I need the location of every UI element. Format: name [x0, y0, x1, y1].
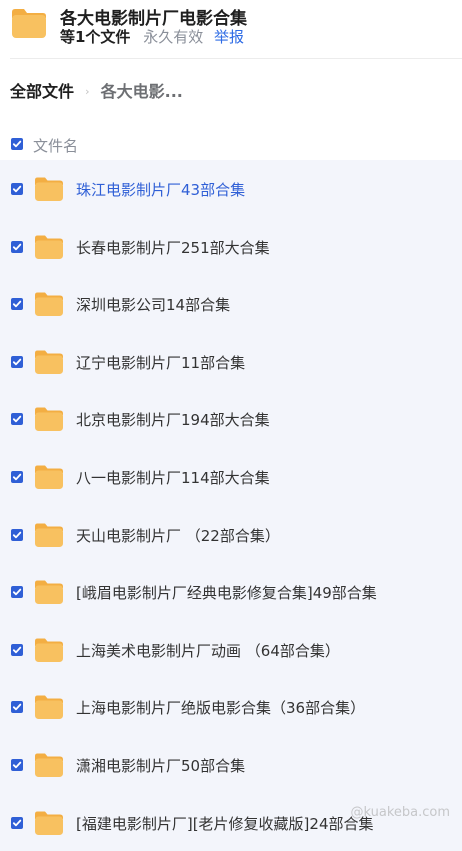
breadcrumb-separator-icon: ›	[85, 85, 90, 98]
file-name[interactable]: 上海电影制片厂绝版电影合集（36部合集）	[76, 697, 365, 718]
file-name[interactable]: 北京电影制片厂194部大合集	[76, 409, 270, 430]
check-icon	[12, 416, 22, 423]
check-icon	[12, 185, 22, 193]
folder-icon	[35, 580, 63, 605]
folder-icon	[35, 292, 63, 317]
file-row[interactable]: 辽宁电影制片厂11部合集	[0, 333, 462, 391]
row-checkbox[interactable]	[11, 355, 23, 368]
row-checkbox[interactable]	[11, 413, 23, 426]
breadcrumb: 全部文件 › 各大电影...	[10, 78, 183, 102]
file-row[interactable]: 深圳电影公司14部合集	[0, 275, 462, 333]
file-name[interactable]: 深圳电影公司14部合集	[76, 294, 230, 315]
file-row[interactable]: [峨眉电影制片厂经典电影修复合集]49部合集	[0, 563, 462, 621]
file-row[interactable]: 潇湘电影制片厂50部合集	[0, 736, 462, 794]
share-meta: 等1个文件 永久有效 举报	[60, 26, 244, 47]
check-icon	[12, 473, 22, 481]
folder-icon	[35, 235, 63, 259]
row-checkbox[interactable]	[11, 298, 23, 311]
file-row[interactable]: 长春电影制片厂251部大合集	[0, 218, 462, 276]
check-icon	[12, 140, 22, 148]
file-name[interactable]: 长春电影制片厂251部大合集	[76, 237, 270, 258]
file-count: 等1个文件	[60, 28, 131, 46]
file-list-header: 文件名	[0, 130, 462, 160]
row-checkbox[interactable]	[11, 528, 23, 541]
folder-icon	[35, 523, 63, 547]
row-checkbox[interactable]	[11, 470, 23, 483]
file-name[interactable]: 天山电影制片厂 （22部合集）	[76, 525, 280, 546]
header-divider	[10, 58, 462, 59]
folder-icon	[12, 9, 46, 38]
watermark: @kuakeba.com	[350, 805, 450, 820]
check-icon	[12, 358, 22, 365]
file-row[interactable]: 天山电影制片厂 （22部合集）	[0, 506, 462, 564]
check-icon	[12, 243, 22, 250]
row-checkbox[interactable]	[11, 816, 23, 829]
check-icon	[12, 531, 22, 538]
file-name[interactable]: 珠江电影制片厂43部合集	[76, 179, 245, 200]
folder-icon	[35, 753, 63, 777]
check-icon	[12, 704, 22, 711]
row-checkbox[interactable]	[11, 643, 23, 656]
file-name[interactable]: 上海美术电影制片厂动画 （64部合集）	[76, 640, 340, 661]
check-icon	[12, 761, 22, 769]
file-row[interactable]: [福建电影制片厂][老片修复收藏版]24部合集	[0, 794, 462, 851]
row-checkbox[interactable]	[11, 758, 23, 771]
folder-icon	[35, 177, 63, 201]
folder-icon	[35, 811, 63, 835]
file-row[interactable]: 珠江电影制片厂43部合集	[0, 160, 462, 218]
row-checkbox[interactable]	[11, 240, 23, 253]
folder-icon	[35, 350, 63, 374]
check-icon	[12, 819, 22, 826]
check-icon	[12, 588, 22, 596]
check-icon	[12, 646, 22, 653]
folder-icon	[35, 407, 63, 432]
select-all-checkbox[interactable]	[11, 138, 23, 150]
report-link[interactable]: 举报	[214, 28, 244, 46]
folder-icon	[35, 638, 63, 662]
file-name[interactable]: 八一电影制片厂114部大合集	[76, 467, 270, 488]
file-name[interactable]: 潇湘电影制片厂50部合集	[76, 755, 245, 776]
file-row[interactable]: 上海电影制片厂绝版电影合集（36部合集）	[0, 678, 462, 736]
row-checkbox[interactable]	[11, 701, 23, 714]
column-filename-label: 文件名	[33, 137, 79, 155]
validity-label: 永久有效	[143, 28, 204, 46]
file-row[interactable]: 上海美术电影制片厂动画 （64部合集）	[0, 621, 462, 679]
file-list: 珠江电影制片厂43部合集长春电影制片厂251部大合集 深圳电影公司14部合集 辽宁电…	[0, 160, 462, 851]
file-row[interactable]: 北京电影制片厂194部大合集	[0, 390, 462, 448]
share-header: 各大电影制片厂电影合集 等1个文件 永久有效 举报	[0, 0, 462, 60]
breadcrumb-root[interactable]: 全部文件	[10, 82, 74, 101]
row-checkbox[interactable]	[11, 586, 23, 599]
file-name[interactable]: [峨眉电影制片厂经典电影修复合集]49部合集	[76, 582, 377, 603]
row-checkbox[interactable]	[11, 183, 23, 195]
file-name[interactable]: [福建电影制片厂][老片修复收藏版]24部合集	[76, 813, 374, 834]
breadcrumb-current: 各大电影...	[100, 82, 183, 101]
folder-icon	[35, 465, 63, 489]
folder-icon	[35, 695, 63, 720]
check-icon	[12, 300, 22, 308]
file-row[interactable]: 八一电影制片厂114部大合集	[0, 448, 462, 506]
file-name[interactable]: 辽宁电影制片厂11部合集	[76, 352, 245, 373]
